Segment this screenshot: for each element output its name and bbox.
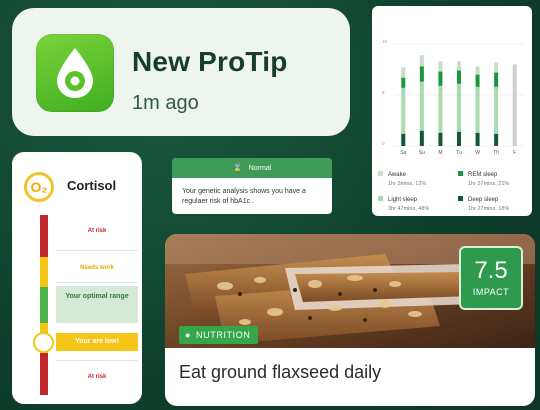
- bar-segment-light-sleep: [438, 85, 443, 133]
- x-tick-label: Su: [419, 150, 425, 156]
- x-tick-label: F: [513, 150, 516, 156]
- legend-awake: Awake 1hr 3mins, 13%: [378, 171, 426, 189]
- x-tick-label: Th: [493, 150, 499, 156]
- bar-segment-rem-sleep: [401, 77, 406, 88]
- y-tick-label: 5: [382, 90, 385, 95]
- legend-rem: REM sleep 1hr 37mins, 21%: [458, 171, 509, 189]
- bar-segment-deep-sleep: [438, 132, 443, 146]
- cortisol-card[interactable]: O₂ Cortisol At risk Needs work Your opti…: [12, 152, 142, 404]
- hourglass-icon: ⌛: [232, 163, 243, 172]
- bar-segment-deep-sleep: [457, 131, 461, 146]
- legend-deep: Deep sleep 1hr 27mins, 18%: [458, 196, 509, 214]
- bar-segment-rem-sleep: [494, 72, 499, 87]
- bar-segment-light-sleep: [419, 81, 424, 131]
- bar-segment-awake: [457, 61, 461, 71]
- zone-at-risk-top: At risk: [87, 228, 107, 234]
- bar-segment-light-sleep: [494, 86, 499, 134]
- category-label: NUTRITION: [196, 330, 251, 340]
- bar-segment-rem-sleep: [419, 66, 424, 82]
- protip-title: New ProTip: [132, 46, 288, 77]
- zone-at-risk-bottom: At risk: [87, 374, 107, 380]
- y-tick-label: 0: [382, 141, 385, 146]
- bar-segment-awake: [475, 66, 480, 75]
- bar-segment-awake: [438, 61, 443, 72]
- genetic-analysis-card[interactable]: ⌛ Normal Your genetic analysis shows you …: [172, 158, 332, 214]
- cortisol-title: Cortisol: [67, 178, 117, 193]
- protip-timestamp: 1m ago: [132, 92, 199, 114]
- zone-needs-work: Needs work: [80, 265, 114, 271]
- bar-segment-light-sleep: [457, 83, 461, 132]
- bar-segment-deep-sleep: [494, 133, 499, 146]
- bar-segment-awake: [419, 55, 424, 67]
- x-tick-label: M: [438, 150, 442, 156]
- sleep-stacked-bar-chart: 10 5 0 Sa Su M Tu W Th F: [382, 39, 524, 156]
- nutrition-category-tag: ● NUTRITION: [179, 326, 259, 344]
- zone-divider: [56, 250, 138, 251]
- bar-segment-rem-sleep: [475, 74, 480, 87]
- legend-swatch: [458, 171, 463, 176]
- legend-swatch: [458, 196, 463, 201]
- oxygen-badge-icon: O₂: [24, 172, 54, 202]
- water-drop-icon: [36, 34, 114, 112]
- legend-light: Light sleep 3hr 47mins, 48%: [378, 196, 429, 214]
- bar-segment-awake: [494, 62, 499, 73]
- impact-label: IMPACT: [472, 287, 510, 297]
- impact-value: 7.5: [474, 257, 508, 284]
- risk-bar-bottom: [40, 353, 48, 395]
- status-header: ⌛ Normal: [172, 158, 332, 178]
- y-tick-label: 10: [382, 39, 388, 44]
- bar-segment-rem-sleep: [438, 71, 443, 86]
- x-tick-label: Sa: [400, 150, 406, 156]
- current-level-marker: [33, 332, 54, 353]
- nutrition-tip-card[interactable]: 7.5 IMPACT ● NUTRITION Eat ground flaxsee…: [165, 234, 535, 406]
- zone-divider: [56, 360, 138, 361]
- x-tick-label: W: [475, 150, 480, 156]
- impact-score-badge: 7.5 IMPACT: [459, 246, 523, 310]
- zone-divider: [56, 282, 138, 283]
- x-tick-label: Tu: [456, 150, 462, 156]
- bar-segment-awake: [401, 67, 406, 78]
- current-level-badge: Your are low!: [56, 333, 138, 351]
- nutrition-tip-title: Eat ground flaxseed daily: [179, 362, 382, 382]
- bar-segment-light-sleep: [475, 86, 480, 133]
- protip-notification[interactable]: New ProTip 1m ago: [12, 8, 350, 136]
- bar-segment-light-sleep: [401, 87, 406, 134]
- bar-segment-deep-sleep: [419, 130, 424, 146]
- legend-swatch: [378, 196, 383, 201]
- legend-swatch: [378, 171, 383, 176]
- zone-optimal-range: Your optimal range: [56, 286, 138, 323]
- bar-segment-deep-sleep: [401, 133, 406, 146]
- status-label: Normal: [248, 165, 272, 172]
- bar-segment-awake: [512, 64, 517, 146]
- bar-segment-deep-sleep: [475, 132, 480, 146]
- needs-work-bar: [40, 257, 48, 287]
- apple-icon: ●: [185, 330, 192, 340]
- optimal-bar: [40, 287, 48, 323]
- genetic-analysis-text: Your genetic analysis shows you have a r…: [182, 188, 306, 205]
- bar-segment-rem-sleep: [457, 70, 461, 84]
- risk-bar-top: [40, 215, 48, 257]
- sleep-chart-card: 10 5 0 Sa Su M Tu W Th F Awake 1hr 3mins, 13% REM…: [372, 6, 532, 216]
